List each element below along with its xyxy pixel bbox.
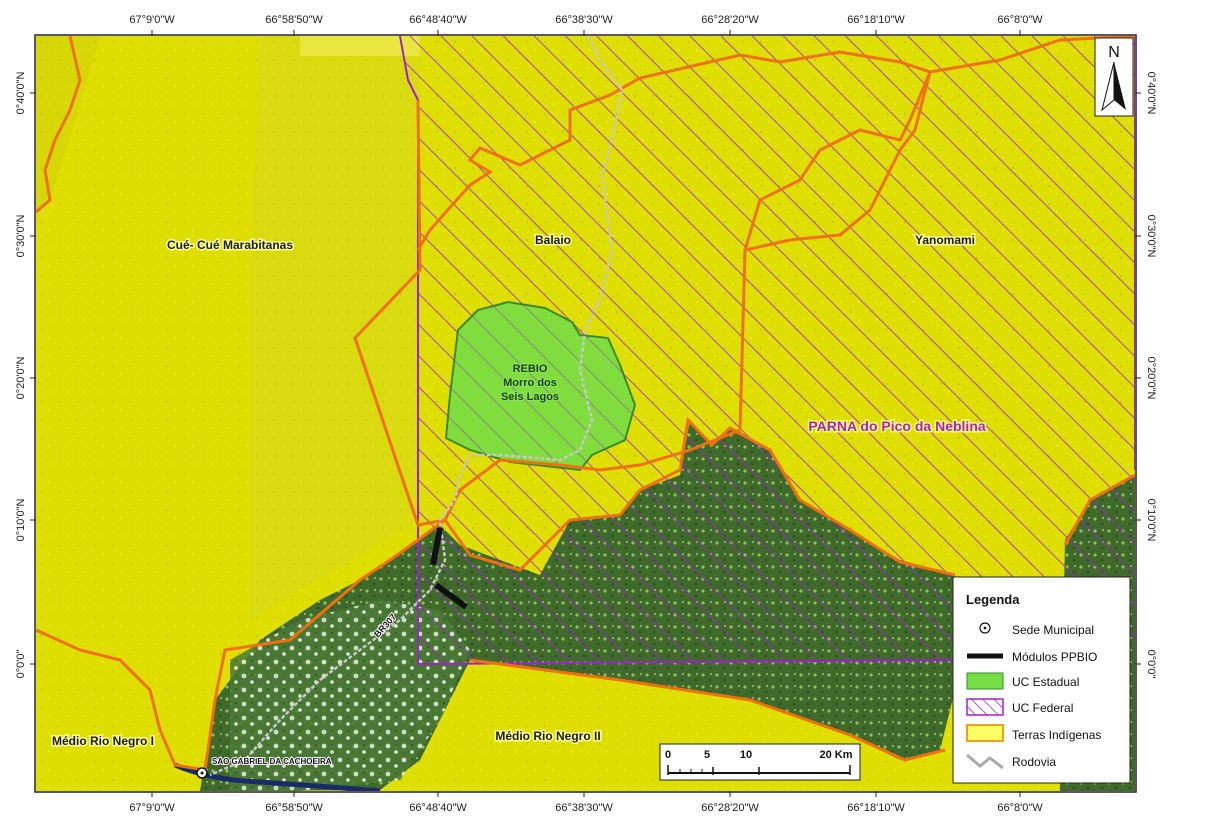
label-rebio-3: Seis Lagos	[501, 391, 559, 403]
grid-labels-right: 0°40'0"N 0°30'0"N 0°20'0"N 0°10'0"N 0°0'…	[1145, 72, 1157, 679]
legend-title: Legenda	[966, 592, 1020, 607]
lat-label-right: 0°40'0"N	[1145, 72, 1157, 115]
imagery-strip-center	[250, 36, 420, 620]
scale-tick-label: 20 Km	[819, 749, 852, 761]
lon-label-top: 67°9'0"W	[129, 14, 175, 26]
label-rebio-1: REBIO	[513, 363, 548, 375]
label-medio-rio-negro-ii: Médio Rio Negro II	[495, 729, 600, 743]
lon-label-bottom: 66°8'0"W	[997, 802, 1043, 814]
lat-label-left: 0°0'0"	[15, 650, 27, 679]
grid-labels-bottom: 67°9'0"W 66°58'50"W 66°48'40"W 66°38'30"…	[129, 802, 1043, 814]
lon-label-top: 66°28'20"W	[701, 14, 759, 26]
label-yanomami: Yanomami	[915, 233, 975, 247]
scale-tick-label: 5	[704, 749, 710, 761]
legend-state-uc-swatch	[966, 672, 1004, 690]
lon-label-bottom: 66°18'10"W	[847, 802, 905, 814]
lon-label-top: 66°18'10"W	[847, 14, 905, 26]
lat-label-left: 0°10'0"N	[15, 499, 27, 542]
lat-label-right: 0°30'0"N	[1145, 215, 1157, 258]
lat-label-left: 0°30'0"N	[15, 215, 27, 258]
lon-label-bottom: 67°9'0"W	[129, 802, 175, 814]
legend-label-rodovia: Rodovia	[1012, 755, 1056, 769]
legend-label-sede: Sede Municipal	[1012, 623, 1094, 637]
lon-label-top: 66°38'30"W	[555, 14, 613, 26]
legend-label-uc-estadual: UC Estadual	[1012, 675, 1079, 689]
grid-labels-top: 67°9'0"W 66°58'50"W 66°48'40"W 66°38'30"…	[129, 14, 1043, 26]
lat-label-right: 0°10'0"N	[1145, 499, 1157, 542]
lon-label-bottom: 66°58'50"W	[265, 802, 323, 814]
legend-city-icon-center	[983, 626, 987, 630]
lat-label-right: 0°0'0"	[1145, 650, 1157, 679]
scale-tick-label: 10	[740, 749, 752, 761]
lon-label-top: 66°8'0"W	[997, 14, 1043, 26]
lon-label-bottom: 66°38'30"W	[555, 802, 613, 814]
north-arrow-letter: N	[1108, 44, 1120, 61]
lat-label-left: 0°40'0"N	[15, 72, 27, 115]
scale-bar: 0 5 10 20 Km	[659, 743, 861, 781]
legend-label-ppbio: Módulos PPBIO	[1012, 650, 1097, 664]
lon-label-top: 66°58'50"W	[265, 14, 323, 26]
scale-tick-label: 0	[665, 749, 671, 761]
label-medio-rio-negro-i: Médio Rio Negro I	[52, 734, 154, 748]
map-figure: Cué- Cué Marabitanas Balaio Yanomami REB…	[15, 14, 1157, 814]
label-cue-cue: Cué- Cué Marabitanas	[167, 238, 293, 252]
label-city: SAO GABRIEL DA CACHOEIRA	[212, 757, 332, 766]
legend-label-terras: Terras Indígenas	[1012, 728, 1101, 742]
legend-label-uc-federal: UC Federal	[1012, 701, 1073, 715]
lat-label-right: 0°20'0"N	[1145, 357, 1157, 400]
label-parna: PARNA do Pico da Neblina	[808, 418, 986, 434]
north-arrow: N	[1094, 37, 1134, 117]
lon-label-bottom: 66°28'20"W	[701, 802, 759, 814]
label-rebio-2: Morro dos	[503, 377, 557, 389]
city-point-center	[200, 771, 204, 775]
legend-federal-uc-swatch	[966, 698, 1004, 716]
legend: Legenda Sede Municipal Módulos PPBIO UC …	[952, 576, 1131, 784]
lon-label-top: 66°48'40"W	[409, 14, 467, 26]
lat-label-left: 0°20'0"N	[15, 357, 27, 400]
lon-label-bottom: 66°48'40"W	[409, 802, 467, 814]
grid-labels-left: 0°40'0"N 0°30'0"N 0°20'0"N 0°10'0"N 0°0'…	[15, 72, 27, 679]
label-balaio: Balaio	[535, 233, 571, 247]
legend-indigenous-swatch	[966, 724, 1004, 742]
